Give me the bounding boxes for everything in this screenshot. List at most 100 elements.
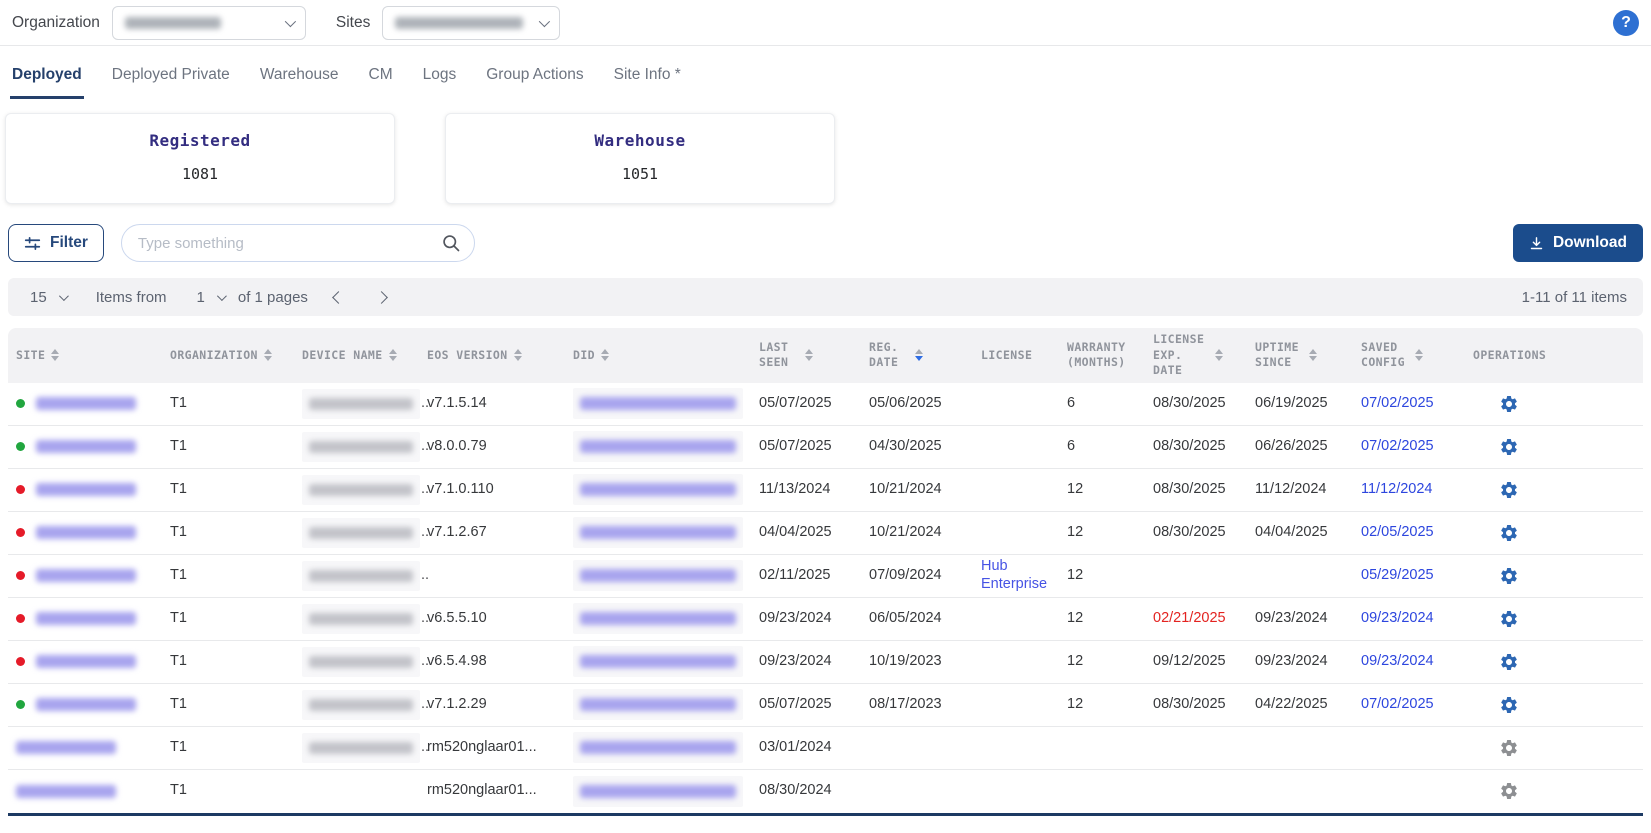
tab-warehouse[interactable]: Warehouse [258,56,341,99]
organization-value: T1 [170,524,187,541]
organization-cell: T1 [162,653,294,670]
sort-icon[interactable] [51,349,59,361]
operations-cell [1465,394,1643,414]
site-cell [8,655,162,668]
filter-button[interactable]: Filter [8,224,104,262]
saved-config-link[interactable]: 05/29/2025 [1361,567,1434,584]
column-header-did[interactable]: DID [565,348,751,364]
did-value-redacted[interactable] [573,517,743,548]
tab-logs[interactable]: Logs [421,56,459,99]
site-link-redacted[interactable] [16,785,116,798]
tab-cm[interactable]: CM [367,56,395,99]
site-link-redacted[interactable] [36,440,136,453]
column-header-saved-config[interactable]: SAVED CONFIG [1353,340,1465,371]
page-select[interactable]: 1 [191,289,230,306]
settings-gear-icon[interactable] [1473,394,1519,414]
settings-gear-icon[interactable] [1473,437,1519,457]
saved-config-link[interactable]: 07/02/2025 [1361,395,1434,412]
site-link-redacted[interactable] [36,655,136,668]
saved-config-link[interactable]: 09/23/2024 [1361,610,1434,627]
license-link[interactable]: Hub Enterprise [981,558,1051,593]
sort-icon[interactable] [805,349,813,361]
column-header-organization[interactable]: ORGANIZATION [162,348,294,364]
sort-icon[interactable] [389,349,397,361]
settings-gear-icon[interactable] [1473,523,1519,543]
sort-icon[interactable] [915,349,923,361]
operations-cell [1465,781,1643,801]
license-exp-date-cell: 08/30/2025 [1145,696,1247,713]
did-value-redacted[interactable] [573,474,743,505]
column-header-device-name[interactable]: DEVICE NAME [294,348,419,364]
eos-version-cell: rm520nglaar01... [419,739,565,756]
sort-icon[interactable] [601,349,609,361]
saved-config-link[interactable]: 11/12/2024 [1361,481,1433,498]
column-header-uptime-since[interactable]: UPTIME SINCE [1247,340,1353,371]
column-header-license-exp-date[interactable]: LICENSE EXP. DATE [1145,332,1247,379]
last-seen-cell: 04/04/2025 [751,524,861,541]
column-header-eos-version[interactable]: EOS VERSION [419,348,565,364]
column-header-last-seen[interactable]: LAST SEEN [751,340,861,371]
search-input[interactable] [121,224,475,262]
column-header-site[interactable]: SITE [8,348,162,364]
tab-site-info[interactable]: Site Info * [612,56,683,99]
sort-icon[interactable] [1309,349,1317,361]
last-seen-value: 09/23/2024 [759,653,832,670]
warranty-cell: 6 [1059,438,1145,455]
settings-gear-icon[interactable] [1473,480,1519,500]
settings-gear-icon[interactable] [1473,652,1519,672]
did-value-redacted[interactable] [573,560,743,591]
license-exp-date-value: 02/21/2025 [1153,610,1226,627]
site-link-redacted[interactable] [36,698,136,711]
device-name-cell: .. [294,733,419,763]
site-link-redacted[interactable] [36,526,136,539]
did-value-redacted[interactable] [573,431,743,462]
did-value-redacted[interactable] [573,689,743,720]
table-row: T1..v6.5.5.1009/23/202406/05/20241202/21… [8,598,1643,641]
sites-select[interactable] [382,6,560,40]
did-value-redacted[interactable] [573,732,743,763]
help-icon[interactable]: ? [1613,10,1639,36]
table-row: T1..rm520nglaar01...03/01/2024 [8,727,1643,770]
column-header-label: WARRANTY (MONTHS) [1067,340,1137,371]
column-header-label: OPERATIONS [1473,348,1546,364]
topbar: Organization Sites ? [0,0,1651,46]
sort-icon[interactable] [514,349,522,361]
sort-icon[interactable] [264,349,272,361]
tab-deployed-private[interactable]: Deployed Private [110,56,232,99]
tab-deployed[interactable]: Deployed [10,56,84,99]
saved-config-cell: 02/05/2025 [1353,524,1465,541]
saved-config-link[interactable]: 07/02/2025 [1361,696,1434,713]
did-value-redacted[interactable] [573,776,743,807]
search-icon[interactable] [441,233,461,253]
saved-config-link[interactable]: 09/23/2024 [1361,653,1434,670]
download-button[interactable]: Download [1513,224,1643,262]
did-value-redacted[interactable] [573,646,743,677]
site-link-redacted[interactable] [36,397,136,410]
tab-group-actions[interactable]: Group Actions [484,56,585,99]
last-seen-cell: 08/30/2024 [751,782,861,799]
did-value-redacted[interactable] [573,603,743,634]
settings-gear-icon[interactable] [1473,695,1519,715]
license-cell: Hub Enterprise [973,558,1059,593]
site-link-redacted[interactable] [36,612,136,625]
reg-date-cell: 10/21/2024 [861,481,973,498]
organization-select[interactable] [112,6,306,40]
page-size-select[interactable]: 15 [24,289,72,306]
saved-config-cell: 07/02/2025 [1353,696,1465,713]
column-header-reg-date[interactable]: REG. DATE [861,340,973,371]
table-header-row: SITEORGANIZATIONDEVICE NAMEEOS VERSIONDI… [8,328,1643,383]
prev-page-button[interactable] [330,285,347,310]
site-link-redacted[interactable] [36,569,136,582]
sort-icon[interactable] [1215,349,1223,361]
settings-gear-icon[interactable] [1473,609,1519,629]
did-value-redacted[interactable] [573,388,743,419]
reg-date-cell: 10/21/2024 [861,524,973,541]
site-link-redacted[interactable] [16,741,116,754]
site-link-redacted[interactable] [36,483,136,496]
saved-config-link[interactable]: 02/05/2025 [1361,524,1434,541]
next-page-button[interactable] [373,285,390,310]
settings-gear-icon[interactable] [1473,566,1519,586]
sort-icon[interactable] [1415,349,1423,361]
saved-config-link[interactable]: 07/02/2025 [1361,438,1434,455]
operations-cell [1465,738,1643,758]
